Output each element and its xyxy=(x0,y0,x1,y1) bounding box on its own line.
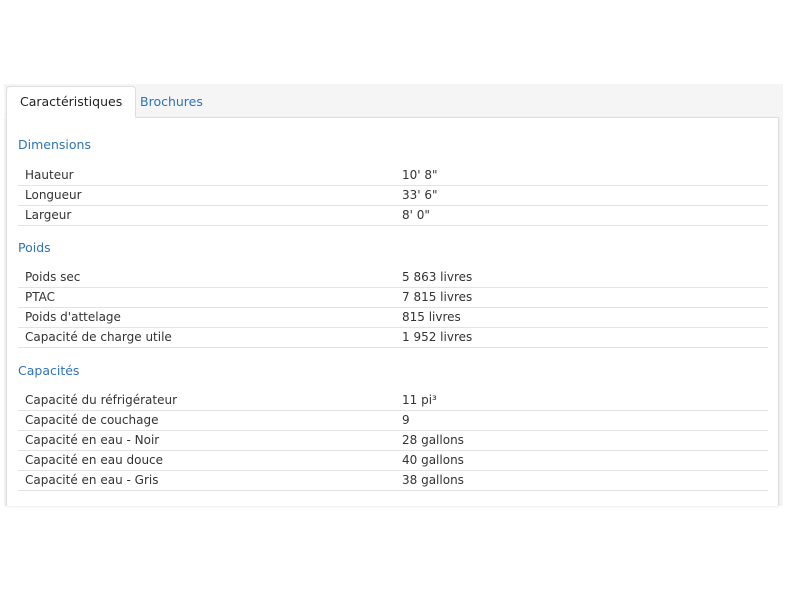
spec-table: Capacité du réfrigérateur 11 pi³ Capacit… xyxy=(18,391,768,491)
tab-brochures[interactable]: Brochures xyxy=(126,86,217,118)
table-row: PTAC 7 815 livres xyxy=(18,287,768,308)
spec-label: Capacité du réfrigérateur xyxy=(18,391,402,411)
spec-label: PTAC xyxy=(18,287,402,308)
spec-label: Capacité en eau douce xyxy=(18,450,402,471)
table-row: Poids sec 5 863 livres xyxy=(18,268,768,288)
tab-panel: Dimensions Hauteur 10' 8" Longueur 33' 6… xyxy=(6,117,779,506)
spec-label: Poids d'attelage xyxy=(18,307,402,328)
tab-bar: Caractéristiques Brochures xyxy=(4,84,783,118)
section-capacites: Capacités Capacité du réfrigérateur 11 p… xyxy=(7,361,778,491)
table-row: Capacité en eau douce 40 gallons xyxy=(18,450,768,471)
section-poids: Poids Poids sec 5 863 livres PTAC 7 815 … xyxy=(7,238,778,348)
section-title: Capacités xyxy=(18,363,80,378)
tab-caracteristiques[interactable]: Caractéristiques xyxy=(6,86,137,118)
spec-value: 1 952 livres xyxy=(402,327,768,348)
table-row: Poids d'attelage 815 livres xyxy=(18,307,768,328)
specs-widget: Caractéristiques Brochures Dimensions Ha… xyxy=(4,84,783,506)
spec-label: Longueur xyxy=(18,185,402,206)
spec-value: 11 pi³ xyxy=(402,391,768,411)
table-row: Capacité en eau - Noir 28 gallons xyxy=(18,430,768,451)
spec-label: Largeur xyxy=(18,205,402,226)
table-row: Capacité de charge utile 1 952 livres xyxy=(18,327,768,348)
spec-value: 33' 6" xyxy=(402,185,768,206)
spec-value: 7 815 livres xyxy=(402,287,768,308)
table-row: Capacité de couchage 9 xyxy=(18,410,768,431)
section-title: Dimensions xyxy=(18,137,91,152)
spec-value: 8' 0" xyxy=(402,205,768,226)
section-dimensions: Dimensions Hauteur 10' 8" Longueur 33' 6… xyxy=(7,135,778,226)
spec-label: Capacité en eau - Noir xyxy=(18,430,402,451)
spec-value: 10' 8" xyxy=(402,166,768,186)
spec-table: Hauteur 10' 8" Longueur 33' 6" Largeur 8… xyxy=(18,166,768,226)
table-row: Capacité du réfrigérateur 11 pi³ xyxy=(18,391,768,411)
spec-value: 5 863 livres xyxy=(402,268,768,288)
spec-table: Poids sec 5 863 livres PTAC 7 815 livres… xyxy=(18,268,768,348)
spec-label: Hauteur xyxy=(18,166,402,186)
spec-label: Poids sec xyxy=(18,268,402,288)
table-row: Capacité en eau - Gris 38 gallons xyxy=(18,470,768,491)
spec-value: 9 xyxy=(402,410,768,431)
section-title: Poids xyxy=(18,240,51,255)
spec-label: Capacité en eau - Gris xyxy=(18,470,402,491)
spec-label: Capacité de couchage xyxy=(18,410,402,431)
table-row: Largeur 8' 0" xyxy=(18,205,768,226)
spec-value: 38 gallons xyxy=(402,470,768,491)
spec-value: 815 livres xyxy=(402,307,768,328)
spec-label: Capacité de charge utile xyxy=(18,327,402,348)
spec-value: 28 gallons xyxy=(402,430,768,451)
table-row: Hauteur 10' 8" xyxy=(18,166,768,186)
spec-value: 40 gallons xyxy=(402,450,768,471)
table-row: Longueur 33' 6" xyxy=(18,185,768,206)
